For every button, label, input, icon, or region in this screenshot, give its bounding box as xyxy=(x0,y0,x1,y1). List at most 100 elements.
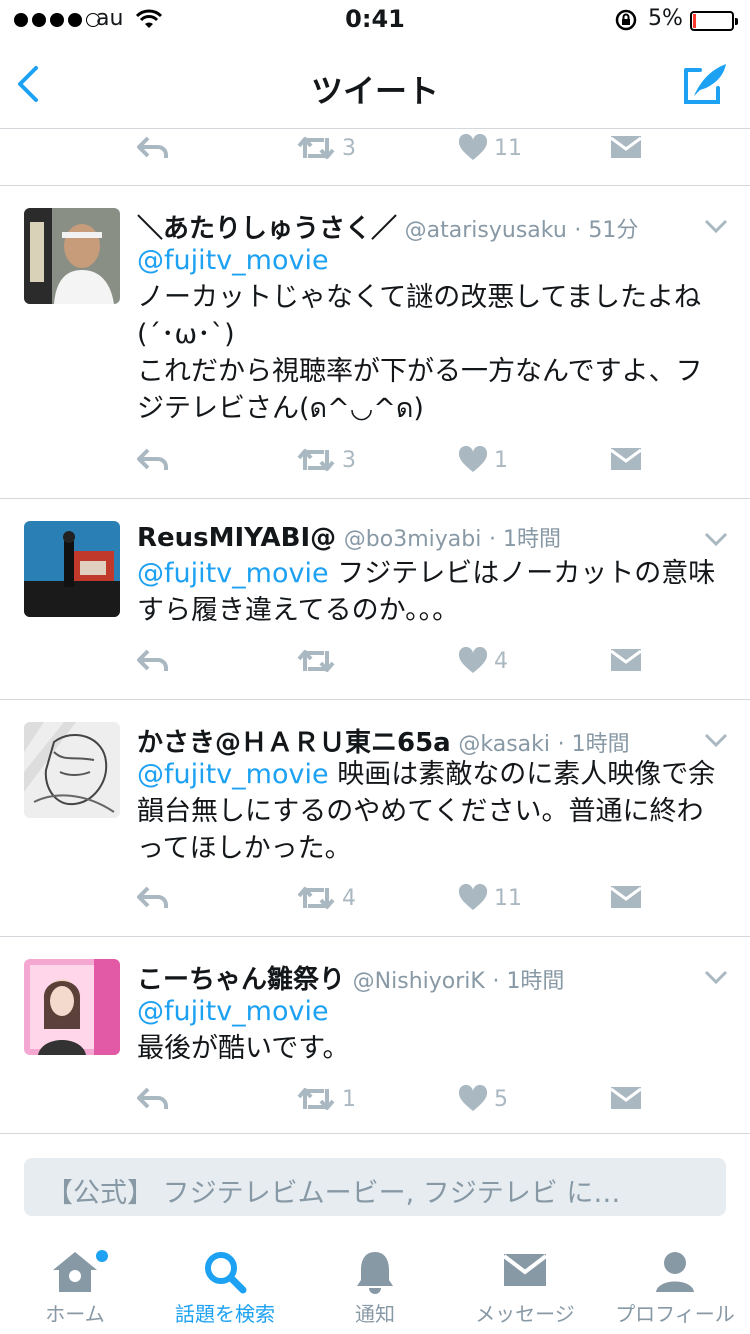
tweet-text-line: フジテレビはノーカットの意味 xyxy=(328,558,716,589)
retweet-button[interactable]: 3 xyxy=(296,134,356,162)
tab-home[interactable]: ホーム xyxy=(0,1234,150,1334)
display-name[interactable]: ReusMIYABI@ xyxy=(137,523,336,553)
direct-message-button[interactable] xyxy=(610,446,642,472)
search-suggestion-bar[interactable]: 【公式】 フジテレビムービー, フジテレビ に… xyxy=(24,1158,726,1216)
notification-dot xyxy=(96,1250,108,1262)
envelope-icon xyxy=(610,886,642,908)
person-icon xyxy=(656,1252,694,1292)
chevron-down-icon[interactable] xyxy=(704,218,728,234)
tab-search[interactable]: 話題を検索 xyxy=(150,1234,300,1334)
username[interactable]: @bo3miyabi xyxy=(344,527,482,552)
reply-button[interactable] xyxy=(136,446,170,472)
retweet-count: 1 xyxy=(342,1086,356,1112)
retweet-button[interactable] xyxy=(296,647,342,675)
tab-profile[interactable]: プロフィール xyxy=(600,1234,750,1334)
reply-button[interactable] xyxy=(136,647,170,673)
retweet-button[interactable]: 4 xyxy=(296,884,356,912)
retweet-button[interactable]: 3 xyxy=(296,446,356,474)
mention-link[interactable]: @fujitv_movie xyxy=(137,558,329,589)
reply-icon xyxy=(137,1087,168,1109)
retweet-icon xyxy=(297,137,335,159)
like-button[interactable]: 11 xyxy=(458,884,522,912)
retweet-icon xyxy=(297,1088,335,1110)
retweet-icon xyxy=(297,887,335,909)
username[interactable]: @kasaki xyxy=(458,732,550,757)
tab-label: 通知 xyxy=(355,1302,395,1326)
reply-icon xyxy=(137,649,168,671)
retweet-count: 3 xyxy=(342,447,356,473)
like-count: 1 xyxy=(494,447,508,473)
compose-tweet-icon[interactable] xyxy=(680,60,730,108)
reply-button[interactable] xyxy=(136,134,170,160)
avatar[interactable] xyxy=(24,208,120,304)
reply-button[interactable] xyxy=(136,884,170,910)
retweet-icon xyxy=(297,449,335,471)
tweet-text-line: 最後が酷いです。 xyxy=(137,1033,350,1064)
reply-button[interactable] xyxy=(136,1085,170,1111)
retweet-button[interactable]: 1 xyxy=(296,1085,356,1113)
chevron-down-icon[interactable] xyxy=(704,531,728,547)
navigation-bar: ツイート xyxy=(0,40,750,129)
avatar[interactable] xyxy=(24,722,120,818)
envelope-icon xyxy=(610,1087,642,1109)
tweet-text: @fujitv_movie 映画は素敵なのに素人映像で余 韻台無しにするのやめて… xyxy=(137,756,727,867)
tweet-item[interactable]: かさき@ＨＡＲＵ東ニ65a @kasaki · 1時間 @fujitv_movi… xyxy=(0,700,750,936)
tweet-header: ReusMIYABI@ @bo3miyabi · 1時間 xyxy=(137,521,561,553)
tab-messages[interactable]: メッセージ xyxy=(450,1234,600,1334)
timestamp: · 1時間 xyxy=(492,969,565,994)
tweet-header: ＼あたりしゅうさく／ @atarisyusaku · 51分 xyxy=(137,208,638,245)
orientation-lock-icon xyxy=(615,9,637,31)
tab-bar: ホーム 話題を検索 通知 メッセージ プロフィール xyxy=(0,1234,750,1334)
chevron-down-icon[interactable] xyxy=(704,732,728,748)
direct-message-button[interactable] xyxy=(610,647,642,673)
heart-icon xyxy=(458,134,488,160)
tweet-text-line: 韻台無しにするのやめてください。普通に終わ xyxy=(137,796,704,827)
avatar[interactable] xyxy=(24,521,120,617)
divider xyxy=(0,1133,750,1134)
mention-link[interactable]: @fujitv_movie xyxy=(137,242,727,279)
mention-link[interactable]: @fujitv_movie xyxy=(137,993,727,1030)
tweet-actions: 4 11 xyxy=(136,884,696,914)
tweet-actions: 3 1 xyxy=(136,446,696,476)
tweet-item[interactable]: ReusMIYABI@ @bo3miyabi · 1時間 @fujitv_mov… xyxy=(0,499,750,699)
search-icon xyxy=(205,1252,247,1294)
tweet-text-line: すら履き違えてるのか。。。 xyxy=(137,595,460,626)
envelope-icon xyxy=(610,136,642,158)
heart-icon xyxy=(458,446,488,472)
display-name[interactable]: こーちゃん雛祭り xyxy=(137,965,345,995)
direct-message-button[interactable] xyxy=(610,884,642,910)
tweet-item[interactable]: こーちゃん雛祭り @NishiyoriK · 1時間 @fujitv_movie… xyxy=(0,937,750,1133)
display-name[interactable]: ＼あたりしゅうさく／ xyxy=(137,214,397,244)
chevron-down-icon[interactable] xyxy=(704,969,728,985)
timestamp: · 51分 xyxy=(574,218,639,243)
like-button[interactable]: 1 xyxy=(458,446,508,474)
username[interactable]: @atarisyusaku xyxy=(405,218,567,243)
reply-icon xyxy=(137,886,168,908)
username[interactable]: @NishiyoriK xyxy=(353,969,485,994)
like-button[interactable]: 4 xyxy=(458,647,508,675)
status-bar: au 0:41 5% xyxy=(0,0,750,40)
tweet-text: @fujitv_movie ノーカットじゃなくて謎の改悪してましたよね (´･ω… xyxy=(137,242,727,427)
search-suggestion-text: 【公式】 フジテレビムービー, フジテレビ に… xyxy=(46,1178,621,1209)
avatar[interactable] xyxy=(24,959,120,1055)
like-count: 11 xyxy=(494,135,522,161)
display-name[interactable]: かさき@ＨＡＲＵ東ニ65a xyxy=(137,728,451,758)
mention-link[interactable]: @fujitv_movie xyxy=(137,759,329,790)
reply-icon xyxy=(137,136,168,158)
direct-message-button[interactable] xyxy=(610,134,642,160)
like-button[interactable]: 11 xyxy=(458,134,522,162)
tweet-text-line: ジテレビさん(ด^◡^ด) xyxy=(137,393,424,424)
tweet-header: こーちゃん雛祭り @NishiyoriK · 1時間 xyxy=(137,959,564,996)
retweet-count: 4 xyxy=(342,885,356,911)
like-count: 11 xyxy=(494,885,522,911)
timestamp: · 1時間 xyxy=(557,732,630,757)
like-button[interactable]: 5 xyxy=(458,1085,508,1113)
tab-notifications[interactable]: 通知 xyxy=(300,1234,450,1334)
reply-icon xyxy=(137,448,168,470)
tweet-text-line: (´･ω･`) xyxy=(137,319,235,350)
heart-icon xyxy=(458,884,488,910)
tweet-text-line: ノーカットじゃなくて謎の改悪してましたよね xyxy=(137,282,702,313)
heart-icon xyxy=(458,647,488,673)
tweet-item[interactable]: ＼あたりしゅうさく／ @atarisyusaku · 51分 @fujitv_m… xyxy=(0,186,750,498)
direct-message-button[interactable] xyxy=(610,1085,642,1111)
